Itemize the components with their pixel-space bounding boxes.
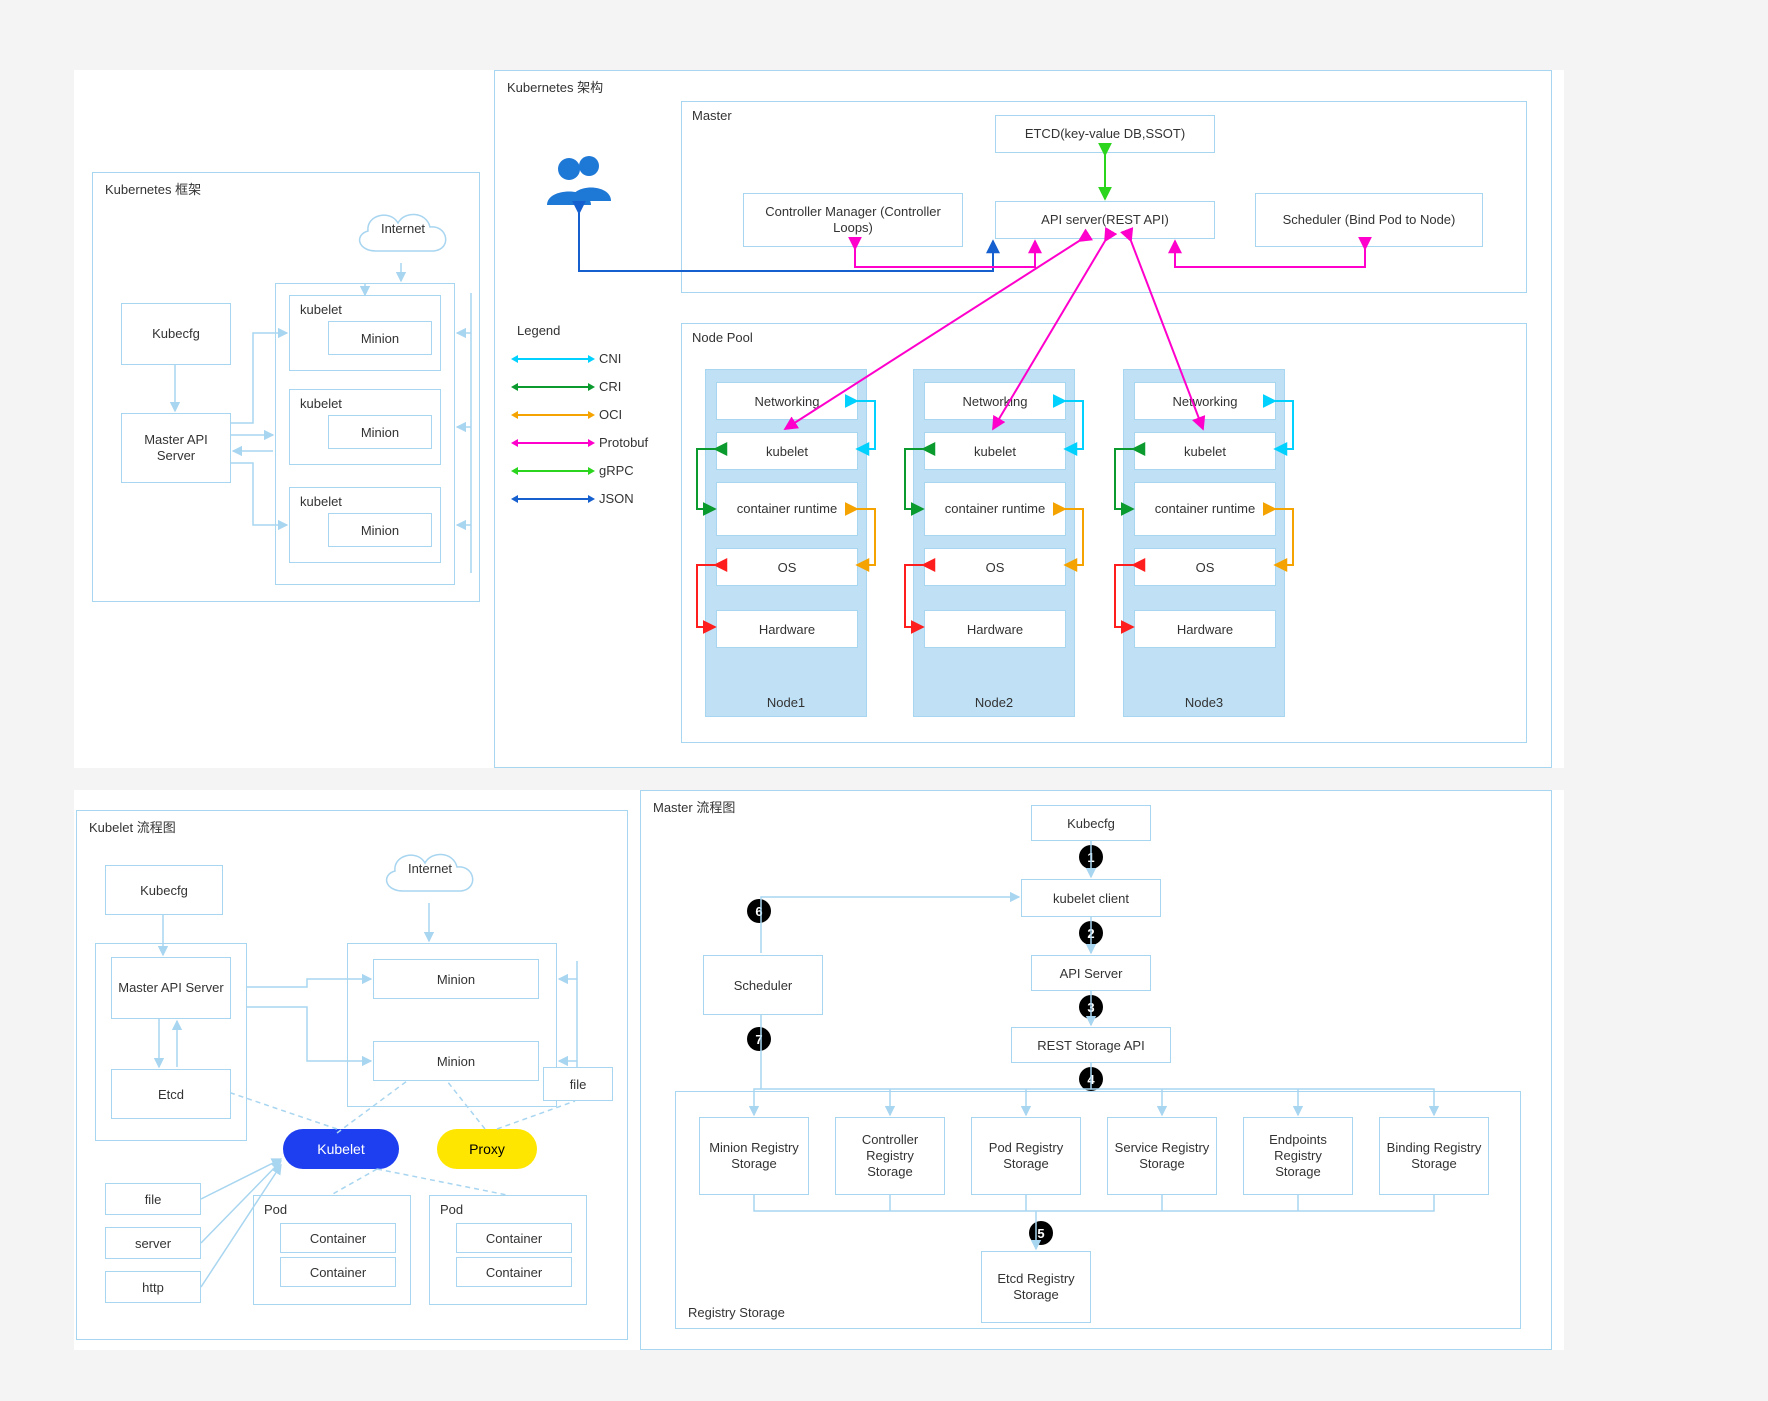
node-3: Networking kubelet container runtime OS … <box>1123 369 1285 717</box>
kubelet-pill: Kubelet <box>283 1129 399 1169</box>
box-kubecfg: Kubecfg <box>121 303 231 365</box>
node-1: Networking kubelet container runtime OS … <box>705 369 867 717</box>
framework-title: Kubernetes 框架 <box>105 179 201 198</box>
legend-json: JSON <box>517 491 634 506</box>
kf-src-server: server <box>105 1227 201 1259</box>
minion-3: Minion <box>328 513 432 547</box>
kf-kubecfg: Kubecfg <box>105 865 223 915</box>
box-scheduler: Scheduler (Bind Pod to Node) <box>1255 193 1483 247</box>
kubelet-box-3: kubelet Minion <box>289 487 441 563</box>
mf-scheduler: Scheduler <box>703 955 823 1015</box>
legend-title: Legend <box>517 323 560 338</box>
kubelet-flow-title: Kubelet 流程图 <box>89 817 176 836</box>
step-5: 5 <box>1029 1221 1053 1245</box>
minion-2: Minion <box>328 415 432 449</box>
box-master-api: Master API Server <box>121 413 231 483</box>
step-1: 1 <box>1079 845 1103 869</box>
step-3: 3 <box>1079 995 1103 1019</box>
minion-1: Minion <box>328 321 432 355</box>
kf-minion-1: Minion <box>373 959 539 999</box>
users-icon <box>541 153 619 211</box>
kubelet-box-2: kubelet Minion <box>289 389 441 465</box>
box-controller: Controller Manager (Controller Loops) <box>743 193 963 247</box>
reg-minion: Minion Registry Storage <box>699 1117 809 1195</box>
mf-api-server: API Server <box>1031 955 1151 991</box>
kubelet-box-1: kubelet Minion <box>289 295 441 371</box>
step-2: 2 <box>1079 921 1103 945</box>
kf-src-file: file <box>105 1183 201 1215</box>
step-4: 4 <box>1079 1067 1103 1091</box>
mf-rest-storage: REST Storage API <box>1011 1027 1171 1063</box>
reg-service: Service Registry Storage <box>1107 1117 1217 1195</box>
kf-container-2a: Container <box>456 1223 572 1253</box>
arch-title: Kubernetes 架构 <box>507 77 603 96</box>
proxy-pill: Proxy <box>437 1129 537 1169</box>
step-6: 6 <box>747 899 771 923</box>
kf-file: file <box>543 1067 613 1101</box>
kf-src-http: http <box>105 1271 201 1303</box>
kf-etcd: Etcd <box>111 1069 231 1119</box>
reg-binding: Binding Registry Storage <box>1379 1117 1489 1195</box>
kf-container-2b: Container <box>456 1257 572 1287</box>
legend-cni: CNI <box>517 351 621 366</box>
etcd-registry: Etcd Registry Storage <box>981 1251 1091 1323</box>
reg-pod: Pod Registry Storage <box>971 1117 1081 1195</box>
kf-pod-2: Pod Container Container <box>429 1195 587 1305</box>
box-api-server: API server(REST API) <box>995 201 1215 239</box>
panel-master-flow: Master 流程图 Kubecfg kubelet client API Se… <box>640 790 1552 1350</box>
mf-kubecfg: Kubecfg <box>1031 805 1151 841</box>
kf-container-1a: Container <box>280 1223 396 1253</box>
reg-endpoints: Endpoints Registry Storage <box>1243 1117 1353 1195</box>
mf-kubelet-client: kubelet client <box>1021 879 1161 917</box>
step-7: 7 <box>747 1027 771 1051</box>
legend-cri: CRI <box>517 379 621 394</box>
cloud-label-2: Internet <box>375 861 485 876</box>
node-2: Networking kubelet container runtime OS … <box>913 369 1075 717</box>
kf-minion-2: Minion <box>373 1041 539 1081</box>
kf-pod-1: Pod Container Container <box>253 1195 411 1305</box>
master-flow-title: Master 流程图 <box>653 797 735 816</box>
panel-k8s-arch: Kubernetes 架构 Master ETCD(key-value DB,S… <box>494 70 1552 768</box>
kf-container-1b: Container <box>280 1257 396 1287</box>
panel-k8s-framework: Kubernetes 框架 Internet Kubecfg Master AP… <box>92 172 480 602</box>
legend-oci: OCI <box>517 407 622 422</box>
legend-grpc: gRPC <box>517 463 634 478</box>
cloud-label: Internet <box>348 221 458 236</box>
legend-protobuf: Protobuf <box>517 435 648 450</box>
box-etcd: ETCD(key-value DB,SSOT) <box>995 115 1215 153</box>
kf-master-api: Master API Server <box>111 957 231 1019</box>
reg-controller: Controller Registry Storage <box>835 1117 945 1195</box>
panel-kubelet-flow: Kubelet 流程图 Internet Kubecfg Master API … <box>76 810 628 1340</box>
diagram-canvas: Kubernetes 框架 Internet Kubecfg Master AP… <box>0 0 1768 1401</box>
